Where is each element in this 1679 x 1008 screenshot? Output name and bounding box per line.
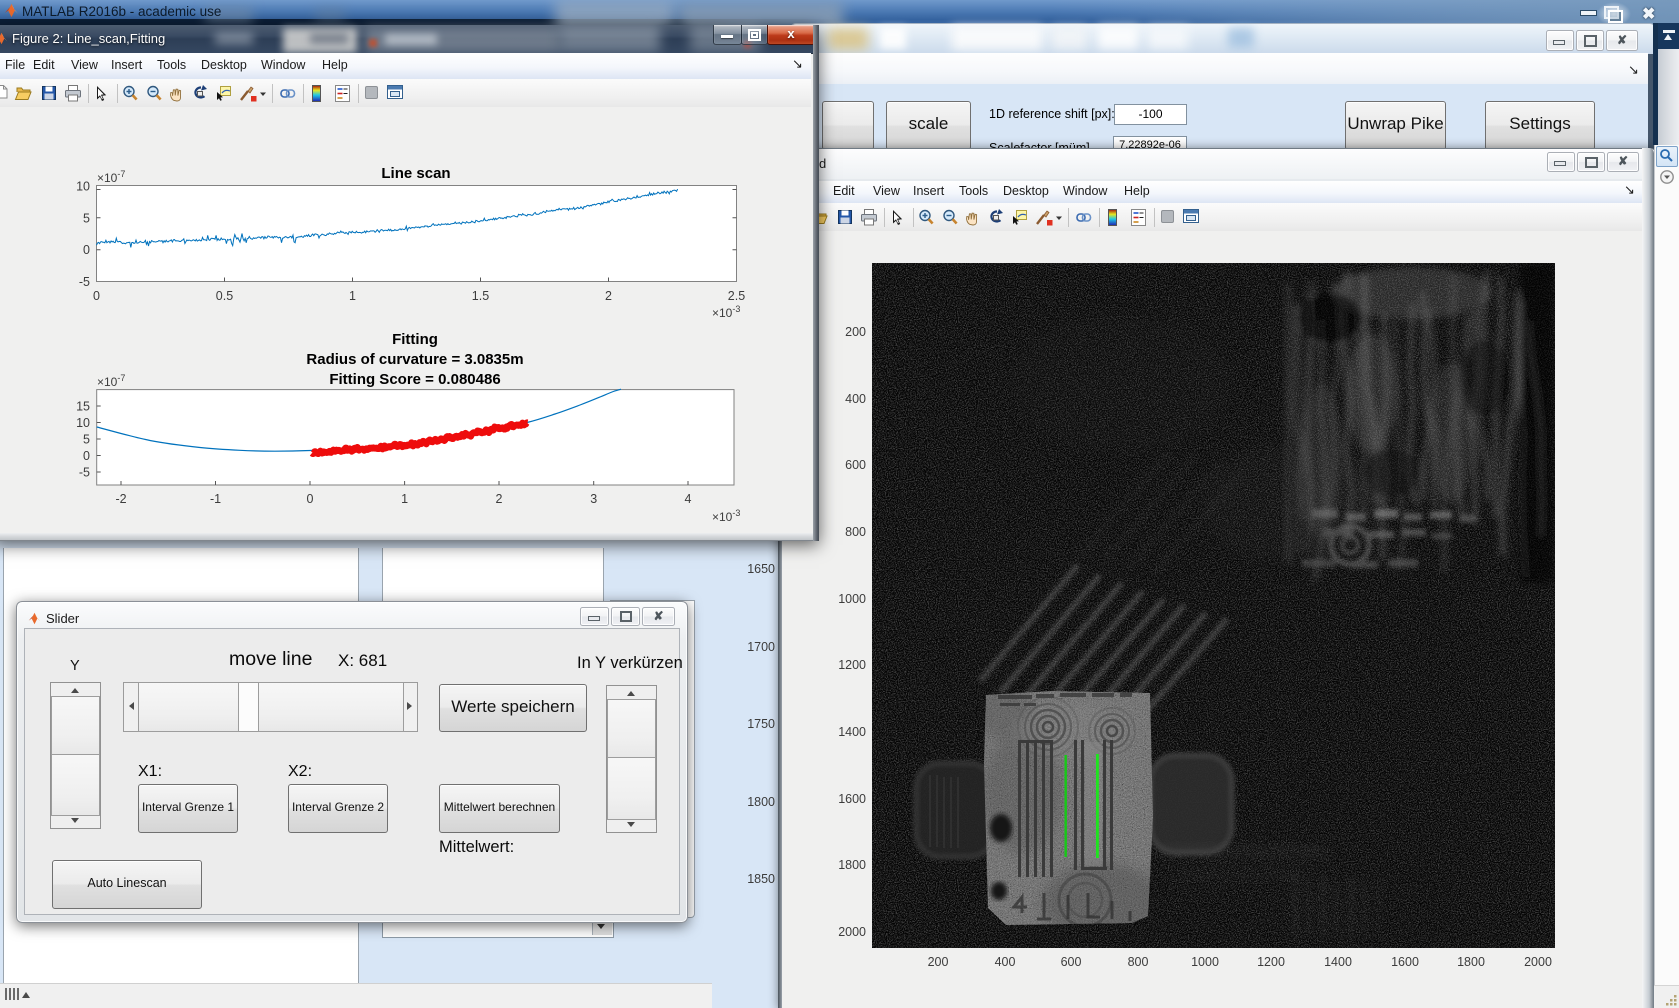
svg-text:-1: -1: [210, 492, 221, 506]
svg-text:2.5: 2.5: [728, 289, 745, 303]
svg-text:4: 4: [685, 492, 692, 506]
svg-text:Radius of curvature = 3.0835m: Radius of curvature = 3.0835m: [306, 351, 523, 368]
svg-text:3: 3: [590, 492, 597, 506]
svg-text:1: 1: [401, 492, 408, 506]
svg-text:0: 0: [307, 492, 314, 506]
svg-text:×10-3: ×10-3: [712, 508, 740, 524]
svg-text:-5: -5: [79, 466, 90, 480]
svg-text:0: 0: [83, 449, 90, 463]
svg-text:2: 2: [496, 492, 503, 506]
svg-text:2: 2: [605, 289, 612, 303]
svg-text:1.5: 1.5: [472, 289, 489, 303]
svg-text:0: 0: [83, 243, 90, 257]
svg-text:5: 5: [83, 211, 90, 225]
svg-text:-2: -2: [115, 492, 126, 506]
svg-text:Fitting: Fitting: [392, 331, 438, 348]
svg-text:5: 5: [83, 433, 90, 447]
svg-text:Fitting Score = 0.080486: Fitting Score = 0.080486: [329, 371, 500, 388]
svg-text:×10-3: ×10-3: [712, 304, 740, 320]
svg-text:-5: -5: [79, 275, 90, 289]
svg-text:Line scan: Line scan: [381, 165, 450, 182]
svg-text:15: 15: [76, 400, 90, 414]
svg-text:0.5: 0.5: [216, 289, 233, 303]
svg-text:10: 10: [76, 180, 90, 194]
svg-text:×10-7: ×10-7: [97, 373, 125, 389]
svg-text:1: 1: [349, 289, 356, 303]
svg-text:0: 0: [93, 289, 100, 303]
svg-text:×10-7: ×10-7: [97, 169, 125, 185]
svg-text:10: 10: [76, 416, 90, 430]
